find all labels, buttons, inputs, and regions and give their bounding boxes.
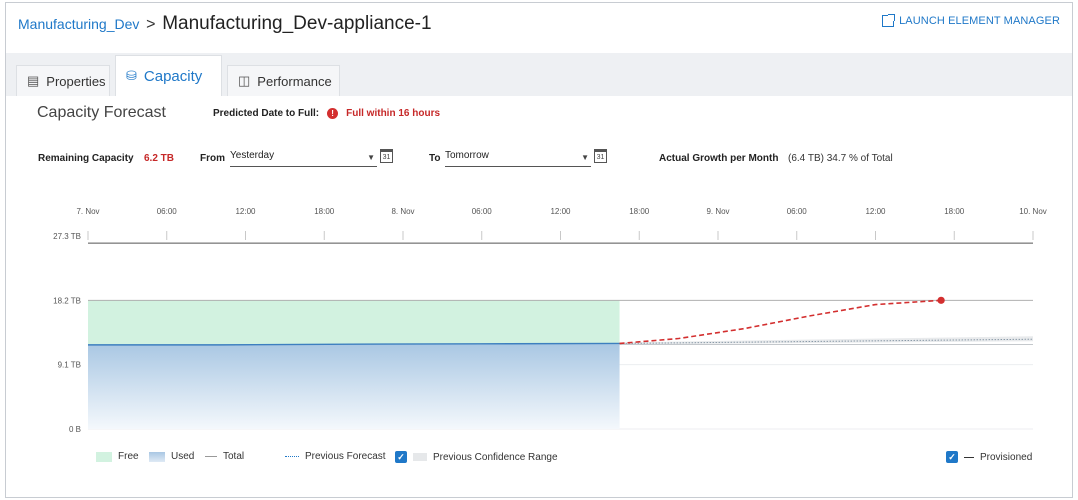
capacity-panel: Capacity Forecast Predicted Date to Full… bbox=[6, 96, 1072, 497]
x-tick-label: 18:00 bbox=[629, 207, 650, 216]
x-tick-label: 8. Nov bbox=[391, 207, 414, 216]
y-tick-label: 18.2 TB bbox=[53, 296, 81, 305]
x-tick-label: 12:00 bbox=[550, 207, 571, 216]
legend-label: Previous Forecast bbox=[305, 451, 386, 462]
tab-bar: ▤ Properties ⛁ Capacity ◫ Performance bbox=[6, 53, 1072, 96]
x-tick-label: 18:00 bbox=[314, 207, 335, 216]
breadcrumb-separator: > bbox=[146, 16, 156, 33]
external-link-icon bbox=[882, 14, 896, 27]
app-frame: Manufacturing_Dev > Manufacturing_Dev-ap… bbox=[5, 2, 1073, 498]
total-line-swatch bbox=[205, 456, 217, 457]
legend-label: Free bbox=[118, 451, 139, 462]
full-point bbox=[937, 296, 945, 304]
forecast-line bbox=[619, 299, 942, 345]
launch-element-manager-link[interactable]: LAUNCH ELEMENT MANAGER bbox=[882, 14, 1060, 27]
y-tick-label: 0 B bbox=[69, 425, 81, 434]
tab-label: Capacity bbox=[143, 67, 203, 85]
launch-label: LAUNCH ELEMENT MANAGER bbox=[899, 15, 1060, 27]
x-tick-label: 9. Nov bbox=[706, 207, 729, 216]
used-swatch bbox=[149, 451, 165, 462]
tab-properties[interactable]: ▤ Properties bbox=[16, 65, 110, 96]
x-tick-label: 06:00 bbox=[472, 207, 493, 216]
tab-capacity[interactable]: ⛁ Capacity bbox=[115, 55, 222, 96]
legend-total[interactable]: Total bbox=[205, 451, 244, 462]
legend-previous-confidence[interactable]: ✓ Previous Confidence Range bbox=[395, 451, 558, 463]
legend-label: Total bbox=[223, 451, 245, 462]
checkbox-checked-icon[interactable]: ✓ bbox=[395, 451, 407, 463]
capacity-chart: 7. Nov 06:00 12:00 18:00 8. Nov 06:00 12:00 18:… bbox=[53, 207, 1047, 434]
dotted-line-swatch bbox=[285, 456, 299, 457]
x-tick-label: 7. Nov bbox=[76, 207, 99, 216]
provisioned-line-swatch bbox=[964, 456, 974, 458]
x-tick-label: 10. Nov bbox=[1019, 207, 1047, 216]
legend-free[interactable]: Free bbox=[96, 451, 139, 462]
tab-label: Properties bbox=[46, 73, 106, 89]
legend-used[interactable]: Used bbox=[149, 451, 194, 462]
tab-label: Performance bbox=[257, 73, 332, 89]
legend-provisioned[interactable]: ✓ Provisioned bbox=[946, 451, 1032, 463]
x-tick-label: 12:00 bbox=[865, 207, 886, 216]
legend-label: Provisioned bbox=[980, 451, 1033, 463]
database-icon: ⛁ bbox=[126, 68, 137, 83]
document-icon: ▤ bbox=[27, 73, 40, 88]
legend-previous-forecast[interactable]: Previous Forecast bbox=[285, 451, 386, 462]
legend-label: Previous Confidence Range bbox=[433, 451, 558, 463]
y-tick-label: 27.3 TB bbox=[53, 232, 81, 241]
breadcrumb: Manufacturing_Dev > Manufacturing_Dev-ap… bbox=[18, 13, 432, 35]
tab-performance[interactable]: ◫ Performance bbox=[227, 65, 340, 96]
breadcrumb-parent-link[interactable]: Manufacturing_Dev bbox=[18, 16, 139, 32]
legend-label: Used bbox=[171, 451, 195, 462]
x-tick-label: 18:00 bbox=[944, 207, 965, 216]
used-area bbox=[88, 343, 620, 429]
page-title: Manufacturing_Dev-appliance-1 bbox=[162, 13, 432, 34]
y-tick-label: 9.1 TB bbox=[58, 361, 81, 370]
x-tick-label: 06:00 bbox=[157, 207, 178, 216]
x-tick-label: 12:00 bbox=[235, 207, 256, 216]
free-swatch bbox=[96, 451, 112, 462]
bar-chart-icon: ◫ bbox=[238, 73, 251, 88]
confidence-swatch bbox=[413, 453, 427, 461]
checkbox-checked-icon[interactable]: ✓ bbox=[946, 451, 958, 463]
free-area bbox=[88, 300, 620, 345]
x-tick-label: 06:00 bbox=[787, 207, 808, 216]
